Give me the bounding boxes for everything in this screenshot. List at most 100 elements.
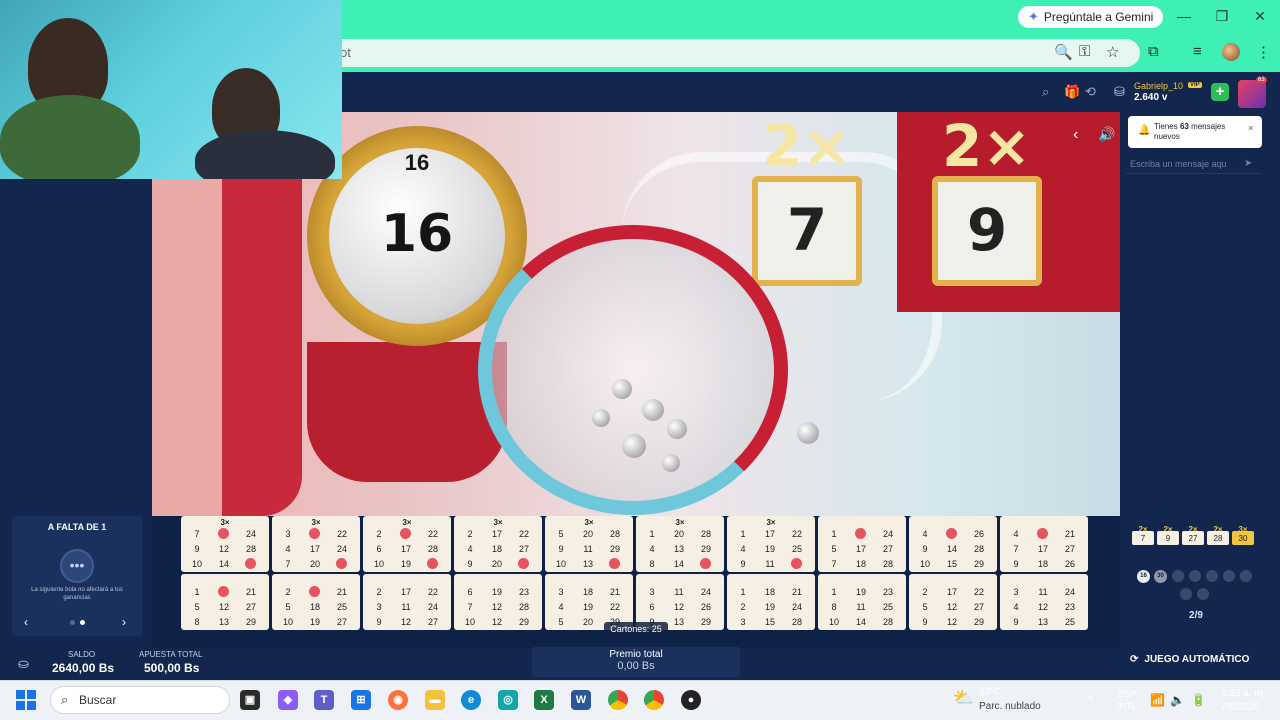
address-bar[interactable]: ot xyxy=(300,39,1140,67)
collapse-arrow-icon[interactable]: ‹ xyxy=(1073,126,1078,144)
card-cell: 1 xyxy=(740,529,746,539)
card-cell: 21 xyxy=(1064,529,1075,539)
close-icon[interactable]: × xyxy=(1248,123,1253,133)
taskbar-search[interactable]: ⌕ Buscar xyxy=(50,686,230,714)
firefox-icon[interactable]: ◉ xyxy=(388,690,408,710)
send-icon[interactable]: ➤ xyxy=(1244,158,1252,169)
card-cell: 28 xyxy=(882,559,893,569)
bingo-card[interactable]: 1 21 5 12 27 8 13 29 xyxy=(181,574,269,630)
clock-time[interactable]: 1:39 a. m. xyxy=(1221,688,1265,699)
store-icon[interactable]: ⊞ xyxy=(351,690,371,710)
bingo-card[interactable]: 3× 1 17 22 4 19 25 9 11 xyxy=(727,516,815,572)
card-cell: 29 xyxy=(609,544,620,554)
extensions-icon[interactable]: ⧉ xyxy=(1148,43,1159,60)
volume-icon[interactable]: 🔈 xyxy=(1170,693,1185,707)
next-arrow-icon[interactable]: › xyxy=(122,615,126,629)
card-cell: 7 xyxy=(467,602,473,612)
card-cell: 7 xyxy=(194,529,200,539)
edge-icon[interactable]: e xyxy=(461,690,481,710)
card-cell: 27 xyxy=(973,602,984,612)
card-cell: 5 xyxy=(558,617,564,627)
bingo-card[interactable]: 4 26 9 14 28 10 15 29 xyxy=(909,516,997,572)
language-indicator[interactable]: ESP INTL xyxy=(1117,688,1137,712)
bingo-card[interactable]: 3× 5 20 28 9 11 29 10 13 xyxy=(545,516,633,572)
chips-icon[interactable]: ⛀ xyxy=(18,656,29,672)
card-cell: 5 xyxy=(194,602,200,612)
card-cell: 2 xyxy=(285,587,291,597)
card-cell: 18 xyxy=(1037,559,1048,569)
teams-icon[interactable]: T xyxy=(314,690,334,710)
tray-up-arrow-icon[interactable]: ^ xyxy=(1088,693,1094,707)
bingo-card[interactable]: 3× 3 22 4 17 24 7 20 xyxy=(272,516,360,572)
clock-date[interactable]: 7/8/2026 xyxy=(1221,702,1260,713)
card-cell: 6 xyxy=(649,602,655,612)
balance-value: 2640,00 Bs xyxy=(52,661,115,675)
copilot-icon[interactable]: ◈ xyxy=(278,690,298,710)
maximize-button[interactable]: ❐ xyxy=(1212,8,1232,25)
drum-ball xyxy=(622,434,646,458)
word-icon[interactable]: W xyxy=(571,690,591,710)
battery-icon[interactable]: 🔋 xyxy=(1191,693,1206,707)
autoplay-button[interactable]: ⟳ JUEGO AUTOMÁTICO xyxy=(1130,654,1249,665)
bingo-card[interactable]: 3× 2 22 6 17 28 10 19 xyxy=(363,516,451,572)
streamer-2-body xyxy=(195,130,335,179)
browser-menu-icon[interactable]: ⋮ xyxy=(1256,43,1271,61)
prev-arrow-icon[interactable]: ‹ xyxy=(24,615,28,629)
game-gift-icon[interactable]: 🎁 xyxy=(1064,84,1080,100)
zoom-icon[interactable]: 🔍 xyxy=(1054,43,1073,61)
weather-icon[interactable]: ⛅ xyxy=(953,688,974,708)
card-multiplier: 3× xyxy=(311,518,321,527)
bingo-card[interactable]: 4 21 7 17 27 9 18 26 xyxy=(1000,516,1088,572)
autoplay-icon: ⟳ xyxy=(1130,654,1139,665)
chat-input[interactable]: Escriba un mensaje aqu xyxy=(1126,154,1262,174)
card-multiplier: 3× xyxy=(220,518,230,527)
bookmark-star-icon[interactable]: ☆ xyxy=(1106,43,1119,61)
card-cell: 24 xyxy=(791,602,802,612)
bingo-card[interactable]: 1 19 23 8 11 25 10 14 28 xyxy=(818,574,906,630)
card-cell: 5 xyxy=(922,602,928,612)
bingo-card[interactable]: 1 18 21 2 19 24 3 15 28 xyxy=(727,574,815,630)
close-window-button[interactable]: ✕ xyxy=(1250,8,1270,25)
task-view-icon[interactable]: ▣ xyxy=(240,690,260,710)
sound-icon[interactable]: 🔊 xyxy=(1098,126,1115,143)
game-avatar[interactable] xyxy=(1238,80,1266,108)
chrome-icon[interactable] xyxy=(608,690,628,710)
game-history-icon[interactable]: ⟲ xyxy=(1085,84,1096,100)
chevron-down-icon[interactable]: v xyxy=(1162,92,1168,103)
excel-icon[interactable]: X xyxy=(534,690,554,710)
wifi-icon[interactable]: 📶 xyxy=(1150,693,1165,707)
file-explorer-icon[interactable]: ▬ xyxy=(425,690,445,710)
bingo-card[interactable]: 2 21 5 18 25 10 19 27 xyxy=(272,574,360,630)
add-funds-button[interactable]: + xyxy=(1211,83,1229,101)
card-cell: 3 xyxy=(1013,587,1019,597)
game-search-icon[interactable]: ⌕ xyxy=(1042,84,1049,100)
gemini-button[interactable]: ✦ Pregúntale a Gemini xyxy=(1018,6,1164,28)
card-cell: 4 xyxy=(740,544,746,554)
card-cell: 1 xyxy=(740,587,746,597)
pager-dot-active[interactable] xyxy=(80,620,85,625)
notification-toast[interactable]: 🔔 Tienes 63 mensajes nuevos × xyxy=(1128,116,1262,148)
bingo-card[interactable]: 2 17 22 3 11 24 9 12 27 xyxy=(363,574,451,630)
bingo-card[interactable]: 6 19 23 7 12 28 10 12 29 xyxy=(454,574,542,630)
bingo-card[interactable]: 3 11 24 4 12 23 9 13 25 xyxy=(1000,574,1088,630)
card-cell: 9 xyxy=(376,617,382,627)
user-account[interactable]: ⛁ Gabrielp_10 VIP 2.640 v xyxy=(1114,80,1214,106)
bingo-card[interactable]: 3× 2 17 22 4 18 27 9 20 xyxy=(454,516,542,572)
card-cell: 4 xyxy=(922,529,928,539)
card-cell: 14 xyxy=(855,617,866,627)
windows-start-icon[interactable] xyxy=(16,690,36,710)
bingo-card[interactable]: 1 24 5 17 27 7 18 28 xyxy=(818,516,906,572)
pager-dot[interactable] xyxy=(70,620,75,625)
bingo-card[interactable]: 3× 1 20 28 4 13 29 8 14 xyxy=(636,516,724,572)
chrome-active-icon[interactable] xyxy=(644,690,664,710)
app-badge-icon[interactable]: ● xyxy=(681,690,701,710)
bingo-card[interactable]: 3× 7 24 9 12 28 10 14 xyxy=(181,516,269,572)
profile-avatar[interactable] xyxy=(1222,43,1240,61)
app-icon[interactable]: ◎ xyxy=(498,690,518,710)
bingo-card[interactable]: 2 17 22 5 12 27 9 12 29 xyxy=(909,574,997,630)
card-cell: 7 xyxy=(1013,544,1019,554)
password-key-icon[interactable]: ⚿ xyxy=(1079,43,1090,60)
card-cell: 17 xyxy=(855,544,866,554)
media-controls-icon[interactable]: ≡ xyxy=(1193,43,1202,60)
minimize-button[interactable]: — xyxy=(1174,8,1194,24)
